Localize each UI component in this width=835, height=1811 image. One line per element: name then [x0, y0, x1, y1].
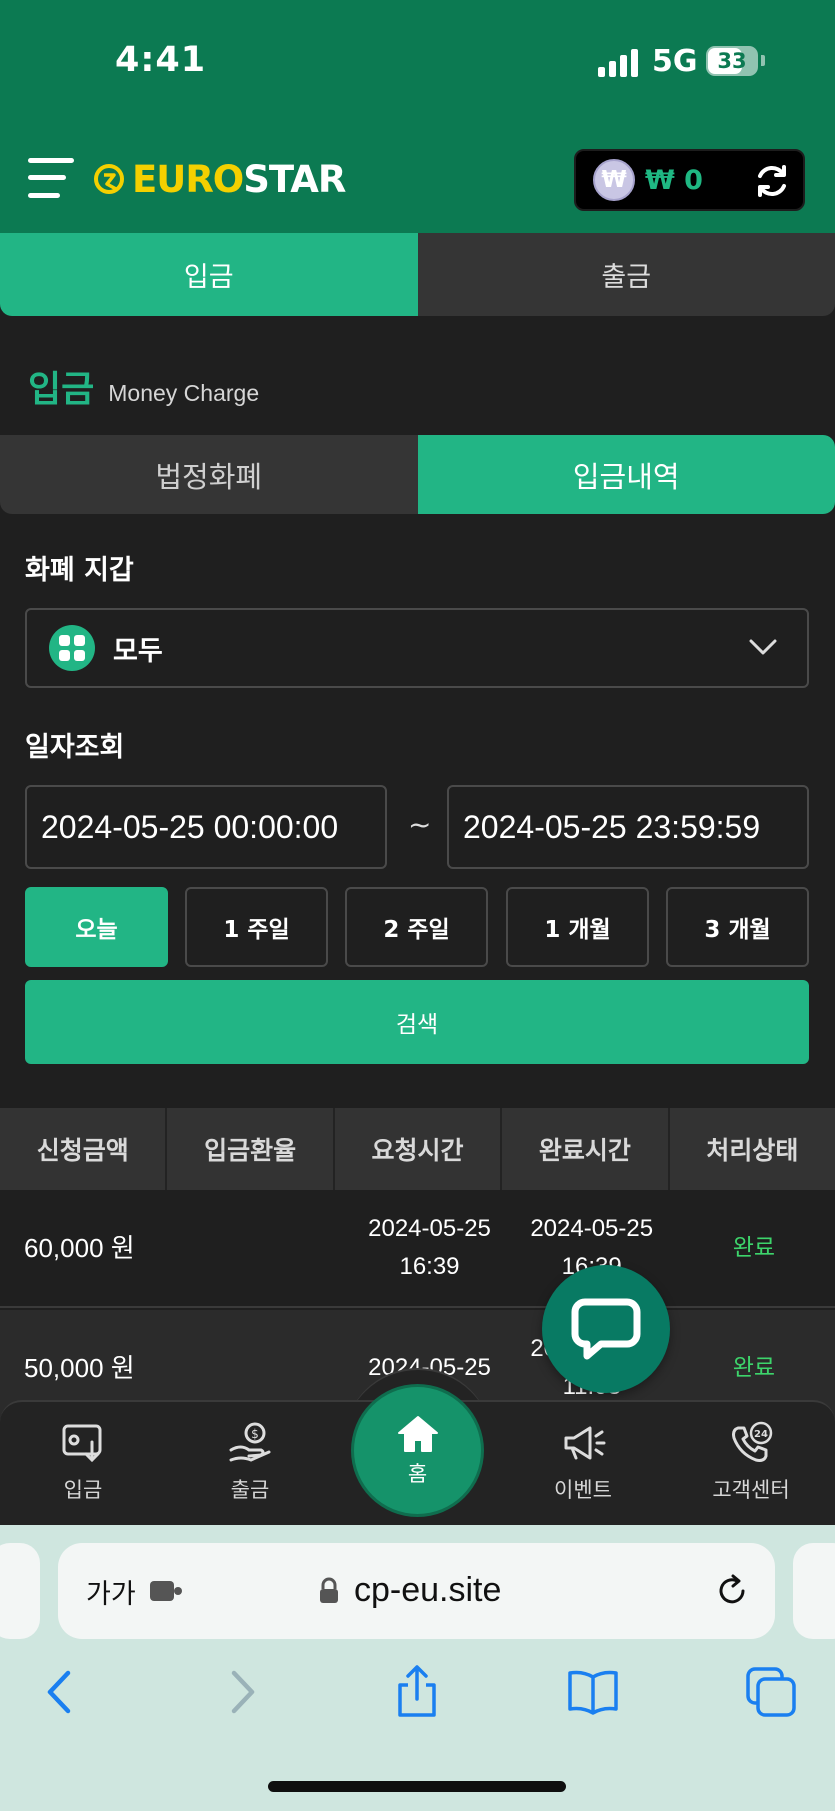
grid-icon	[49, 625, 95, 671]
reload-icon[interactable]	[715, 1573, 751, 1609]
back-icon[interactable]	[34, 1665, 88, 1719]
table-row: 60,000 원 2024-05-25 16:39 2024-05-25 16:…	[0, 1190, 835, 1308]
logo[interactable]: EUROSTAR	[92, 156, 346, 202]
nav-events[interactable]: 이벤트	[518, 1420, 648, 1504]
app-header: 4:41 5G 33 EUROSTAR ₩ ₩ 0	[0, 0, 835, 233]
share-icon[interactable]	[390, 1665, 444, 1719]
nav-deposit[interactable]: 입금	[18, 1420, 148, 1504]
nav-label: 홈	[407, 1461, 428, 1486]
range-3month-button[interactable]: 3 개월	[666, 887, 809, 967]
wallet-select-value: 모두	[113, 635, 163, 667]
logo-text-star: STAR	[243, 157, 346, 201]
tab-withdraw[interactable]: 출금	[417, 233, 835, 316]
range-1week-button[interactable]: 1 주일	[185, 887, 328, 967]
range-1month-button[interactable]: 1 개월	[506, 887, 649, 967]
column-header: 처리상태	[706, 1136, 799, 1165]
home-indicator	[268, 1781, 566, 1792]
column-header: 완료시간	[502, 1108, 670, 1190]
forward-icon[interactable]	[214, 1665, 268, 1719]
balance-amount: ₩ 0	[645, 164, 703, 196]
deposit-sub-tabs: 법정화폐 입금내역	[0, 435, 835, 514]
wallet-select[interactable]: 모두	[25, 608, 809, 688]
deposit-withdraw-tabs: 입금 출금	[0, 233, 835, 316]
svg-text:$: $	[251, 1427, 259, 1441]
request-time-cell: 2024-05-25 16:39	[348, 1190, 510, 1306]
tabs-icon[interactable]	[744, 1665, 798, 1719]
won-coin-icon: ₩	[593, 159, 635, 201]
chat-bubble-icon	[571, 1298, 641, 1360]
status-cell: 완료	[732, 1235, 776, 1261]
nav-label: 고객센터	[712, 1478, 790, 1502]
battery-icon: 33	[706, 46, 758, 76]
column-header: 입금환율	[167, 1108, 335, 1190]
nav-label: 입금	[63, 1478, 103, 1502]
signal-icon	[598, 47, 640, 77]
rate-cell	[186, 1190, 348, 1306]
search-button[interactable]: 검색	[25, 980, 809, 1064]
chevron-down-icon	[749, 639, 777, 655]
range-2week-button[interactable]: 2 주일	[345, 887, 488, 967]
range-today-button[interactable]: 오늘	[25, 887, 168, 967]
column-header: 요청시간	[335, 1108, 503, 1190]
balance-pill[interactable]: ₩ ₩ 0	[574, 149, 805, 211]
url-text: cp-eu.site	[354, 1571, 502, 1609]
deposit-icon	[62, 1424, 102, 1463]
wallet-filter-label: 화폐 지갑	[25, 555, 134, 586]
logo-mark-icon	[94, 164, 124, 194]
megaphone-icon	[564, 1426, 606, 1460]
tab-deposit-history[interactable]: 입금내역	[417, 435, 835, 514]
nav-withdraw[interactable]: $ 출금	[185, 1420, 315, 1504]
chat-button[interactable]	[542, 1265, 670, 1393]
request-date: 2024-05-25	[368, 1215, 491, 1242]
date-separator: ~	[408, 808, 432, 841]
amount-cell: 60,000 원	[24, 1233, 135, 1263]
support-24-icon: 24	[732, 1421, 773, 1462]
withdraw-icon: $	[229, 1422, 271, 1462]
lock-icon	[320, 1577, 338, 1603]
column-header: 신청금액	[0, 1108, 168, 1190]
svg-text:24: 24	[754, 1429, 768, 1440]
previous-tab-pill[interactable]	[0, 1543, 40, 1639]
tab-deposit[interactable]: 입금	[0, 233, 418, 316]
nav-support[interactable]: 24 고객센터	[686, 1420, 816, 1504]
history-table-header: 신청금액 입금환율 요청시간 완료시간 처리상태	[0, 1108, 835, 1190]
menu-icon[interactable]	[28, 156, 74, 202]
nav-label: 이벤트	[554, 1478, 612, 1502]
page-title-sub: Money Charge	[108, 380, 260, 406]
start-date-input[interactable]: 2024-05-25 00:00:00	[25, 785, 387, 869]
tab-fiat[interactable]: 법정화폐	[0, 435, 418, 514]
extension-icon[interactable]	[148, 1577, 184, 1605]
bookmarks-icon[interactable]	[566, 1665, 620, 1719]
end-date-input[interactable]: 2024-05-25 23:59:59	[447, 785, 809, 869]
request-time: 16:39	[399, 1253, 460, 1280]
page-title-main: 입금	[28, 369, 95, 410]
refresh-icon[interactable]	[753, 162, 791, 200]
address-bar[interactable]: 가가 cp-eu.site	[58, 1543, 775, 1639]
reader-settings-button[interactable]: 가가	[86, 1572, 136, 1611]
nav-label: 출금	[230, 1478, 270, 1502]
logo-text-euro: EURO	[132, 157, 244, 201]
nav-home[interactable]: 홈	[354, 1387, 481, 1514]
page-title: 입금 Money Charge	[28, 360, 259, 412]
next-tab-pill[interactable]	[793, 1543, 835, 1639]
home-icon	[397, 1415, 438, 1452]
status-time: 4:41	[115, 40, 207, 80]
date-filter-label: 일자조회	[25, 732, 125, 763]
battery-level: 33	[717, 49, 747, 73]
network-label: 5G	[652, 44, 698, 79]
complete-date: 2024-05-25	[530, 1215, 654, 1242]
